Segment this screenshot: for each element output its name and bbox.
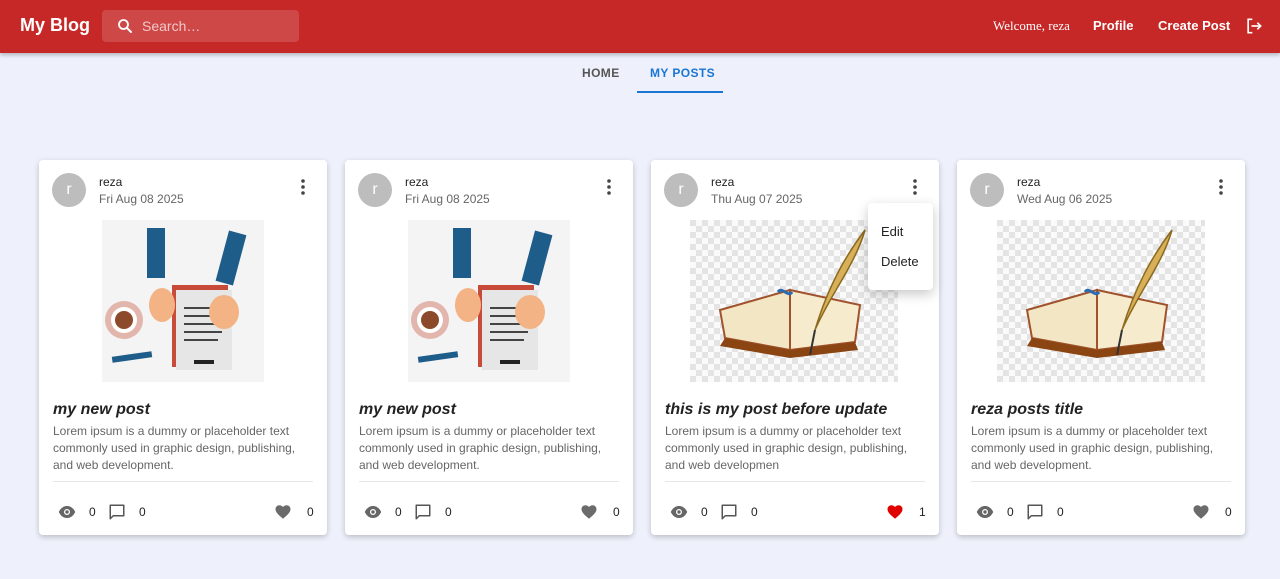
eye-icon — [976, 506, 994, 518]
like-count: 1 — [919, 505, 926, 519]
comment-icon[interactable] — [414, 503, 432, 521]
post-date: Thu Aug 07 2025 — [711, 192, 803, 206]
author-name: reza — [405, 175, 429, 189]
comment-icon[interactable] — [720, 503, 738, 521]
author-name: reza — [99, 175, 123, 189]
avatar: r — [52, 173, 86, 207]
logout-icon[interactable] — [1244, 16, 1264, 36]
view-count: 0 — [701, 505, 708, 519]
avatar: r — [664, 173, 698, 207]
search-icon — [118, 19, 132, 33]
post-card[interactable]: r reza Fri Aug 08 2025 my new post Lorem… — [345, 160, 633, 535]
comment-count: 0 — [751, 505, 758, 519]
comment-count: 0 — [1057, 505, 1064, 519]
comment-icon[interactable] — [1026, 503, 1044, 521]
heart-icon[interactable] — [1192, 503, 1210, 521]
create-post-button[interactable]: Create Post — [1158, 18, 1230, 33]
avatar: r — [358, 173, 392, 207]
post-title[interactable]: my new post — [359, 401, 456, 419]
comment-count: 0 — [445, 505, 452, 519]
more-vert-icon[interactable] — [1213, 178, 1229, 196]
eye-icon — [670, 506, 688, 518]
post-options-menu: Edit Delete — [868, 203, 933, 290]
divider — [971, 481, 1231, 482]
view-count: 0 — [395, 505, 402, 519]
post-date: Fri Aug 08 2025 — [405, 192, 490, 206]
post-image[interactable] — [690, 220, 898, 382]
more-vert-icon[interactable] — [601, 178, 617, 196]
heart-icon[interactable] — [886, 503, 904, 521]
avatar: r — [970, 173, 1004, 207]
post-card[interactable]: r reza Fri Aug 08 2025 my new post Lorem… — [39, 160, 327, 535]
post-image[interactable] — [408, 220, 570, 382]
post-excerpt: Lorem ipsum is a dummy or placeholder te… — [53, 424, 296, 472]
post-image[interactable] — [997, 220, 1205, 382]
post-date: Fri Aug 08 2025 — [99, 192, 184, 206]
brand-title[interactable]: My Blog — [20, 15, 90, 36]
post-excerpt: Lorem ipsum is a dummy or placeholder te… — [665, 424, 908, 472]
heart-icon[interactable] — [274, 503, 292, 521]
post-title[interactable]: my new post — [53, 401, 150, 419]
welcome-text: Welcome, reza — [993, 18, 1070, 33]
post-excerpt: Lorem ipsum is a dummy or placeholder te… — [359, 424, 602, 472]
like-count: 0 — [307, 505, 314, 519]
author-name: reza — [711, 175, 735, 189]
more-vert-icon[interactable] — [907, 178, 923, 196]
tab-my-posts[interactable]: MY POSTS — [650, 66, 715, 80]
post-image[interactable] — [102, 220, 264, 382]
eye-icon — [58, 506, 76, 518]
search-input[interactable] — [142, 14, 292, 38]
app-bar: My Blog Welcome, reza Profile Create Pos… — [0, 0, 1280, 53]
like-count: 0 — [1225, 505, 1232, 519]
view-count: 0 — [1007, 505, 1014, 519]
post-card[interactable]: r reza Wed Aug 06 2025 reza posts title … — [957, 160, 1245, 535]
tab-indicator — [637, 91, 723, 93]
post-excerpt: Lorem ipsum is a dummy or placeholder te… — [971, 424, 1214, 472]
divider — [53, 481, 313, 482]
eye-icon — [364, 506, 382, 518]
like-count: 0 — [613, 505, 620, 519]
divider — [665, 481, 925, 482]
comment-count: 0 — [139, 505, 146, 519]
post-title[interactable]: reza posts title — [971, 401, 1083, 419]
post-title[interactable]: this is my post before update — [665, 401, 887, 419]
comment-icon[interactable] — [108, 503, 126, 521]
tab-home[interactable]: HOME — [582, 66, 620, 80]
edit-menu-item[interactable]: Edit — [881, 224, 903, 239]
author-name: reza — [1017, 175, 1041, 189]
heart-icon[interactable] — [580, 503, 598, 521]
divider — [359, 481, 619, 482]
more-vert-icon[interactable] — [295, 178, 311, 196]
view-count: 0 — [89, 505, 96, 519]
post-date: Wed Aug 06 2025 — [1017, 192, 1113, 206]
delete-menu-item[interactable]: Delete — [881, 254, 919, 269]
search-box[interactable] — [102, 10, 299, 42]
profile-button[interactable]: Profile — [1093, 18, 1133, 33]
